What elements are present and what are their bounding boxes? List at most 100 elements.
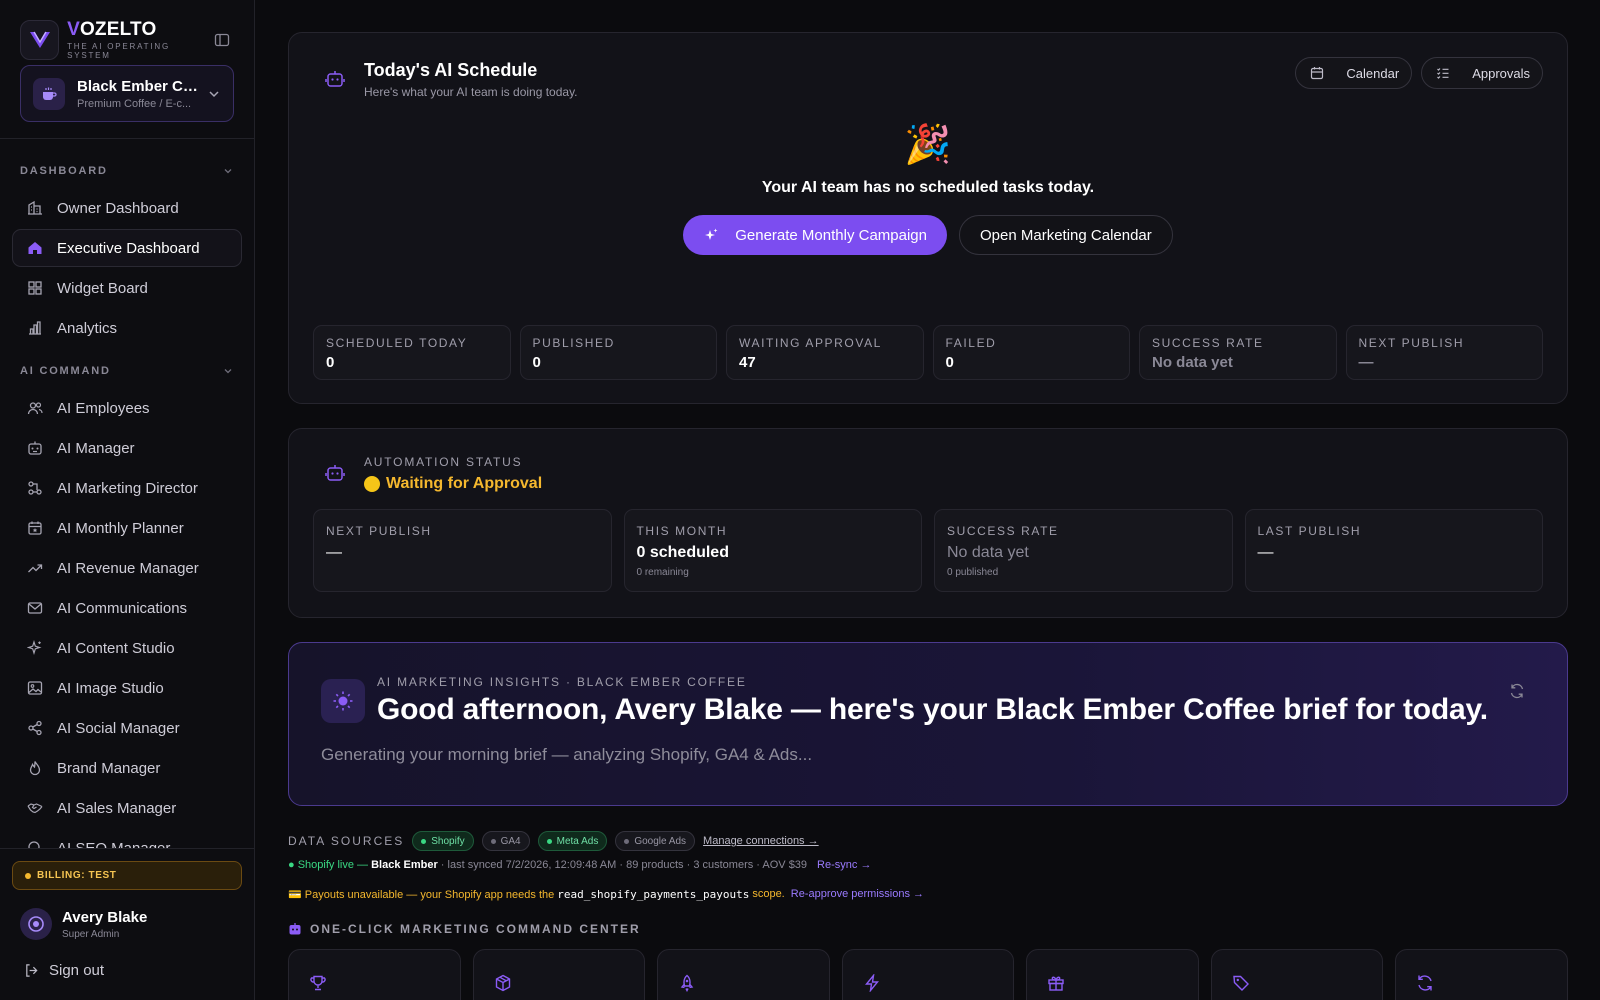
command-card-rocket[interactable] [657,949,830,1000]
sidebar-item-ai-content-studio[interactable]: AI Content Studio [12,629,242,667]
sidebar-item-ai-seo-manager[interactable]: AI SEO Manager [12,829,242,848]
sidebar-item-ai-marketing-director[interactable]: AI Marketing Director [12,469,242,507]
sidebar-item-ai-employees[interactable]: AI Employees [12,389,242,427]
sidebar-item-brand-manager[interactable]: Brand Manager [12,749,242,787]
automation-status-text: Waiting for Approval [386,475,543,492]
bot-icon [325,463,345,483]
sidebar-footer: BILLING: TEST Avery Blake Super Admin Si… [0,848,254,1000]
stat-label: NEXT PUBLISH [1358,336,1465,350]
list-checks-icon [1436,66,1450,80]
open-calendar-label: Open Marketing Calendar [980,226,1152,244]
sign-out-button[interactable]: Sign out [12,962,242,979]
sidebar-item-ai-revenue-manager[interactable]: AI Revenue Manager [12,549,242,587]
calendar-button[interactable]: Calendar [1295,57,1413,89]
sidebar-collapse-icon[interactable] [214,32,230,48]
auto-stat-next-publish: NEXT PUBLISH — [313,509,612,592]
rocket-icon [678,974,809,992]
sidebar-item-executive-dashboard[interactable]: Executive Dashboard [12,229,242,267]
gift-icon [1047,974,1178,992]
sidebar-item-ai-communications[interactable]: AI Communications [12,589,242,627]
workspace-switcher[interactable]: Black Ember Co... Premium Coffee / E-c..… [20,65,234,122]
stat-sub: 0 remaining [636,567,689,578]
command-card-zap[interactable] [841,949,1015,1000]
command-card-gift[interactable] [1026,949,1199,1000]
billing-label: BILLING: TEST [37,870,117,881]
stat-failed: FAILED 0 [932,325,1130,380]
user-profile[interactable]: Avery Blake Super Admin [12,908,242,940]
approvals-button[interactable]: Approvals [1421,57,1543,89]
shopify-sync-status: ● Shopify live — Black Ember · last sync… [288,856,1568,874]
insights-body: Generating your morning brief — analyzin… [321,745,813,764]
refresh-icon[interactable] [1509,683,1525,699]
sidebar-item-label: AI Manager [57,439,135,457]
command-card-trophy[interactable] [288,949,461,1000]
automation-status: Waiting for Approval [364,475,542,493]
auto-stat-this-month: THIS MONTH 0 scheduled 0 remaining [623,509,922,592]
brand-logo-icon[interactable] [20,19,60,60]
data-sources: DATA SOURCES Shopify GA4 Meta Ads Google… [288,830,1568,852]
bot-icon [288,922,302,936]
sun-icon [321,679,365,723]
resync-link[interactable]: Re-sync → [817,859,871,871]
stat-value: — [326,544,342,561]
nav-section-ai-command[interactable]: AI COMMAND [12,353,242,389]
automation-stats: NEXT PUBLISH — THIS MONTH 0 scheduled 0 … [313,509,1543,592]
source-chip-meta-ads[interactable]: Meta Ads [537,831,608,851]
sign-out-label: Sign out [49,962,105,979]
source-chip-google-ads[interactable]: Google Ads [615,831,696,851]
sidebar-item-ai-sales-manager[interactable]: AI Sales Manager [12,789,242,827]
sidebar-item-ai-manager[interactable]: AI Manager [12,429,242,467]
source-chip-ga4[interactable]: GA4 [481,831,530,851]
sidebar-item-widget-board[interactable]: Widget Board [12,269,242,307]
stat-published: PUBLISHED 0 [519,325,717,380]
sidebar-item-owner-dashboard[interactable]: Owner Dashboard [12,189,242,227]
workspace-subtitle: Premium Coffee / E-c... [77,97,192,110]
command-center-cards [288,949,1569,1000]
sidebar-nav: DASHBOARD Owner Dashboard Executive Dash… [0,139,254,848]
command-card-refresh[interactable] [1395,949,1569,1000]
command-center-label: ONE-CLICK MARKETING COMMAND CENTER [310,922,641,936]
source-chip-shopify[interactable]: Shopify [412,831,474,851]
stat-label: FAILED [945,336,997,350]
nav-section-dashboard[interactable]: DASHBOARD [12,153,242,189]
stat-label: SCHEDULED TODAY [326,336,468,350]
chip-label: Google Ads [634,835,687,847]
open-marketing-calendar-button[interactable]: Open Marketing Calendar [959,215,1173,255]
stat-sub: 0 published [947,567,999,578]
sidebar-item-ai-social-manager[interactable]: AI Social Manager [12,709,242,747]
bar-chart-icon [27,320,43,336]
main-content: Today's AI Schedule Here's what your AI … [255,0,1600,1000]
sidebar-item-label: Analytics [57,319,118,337]
sidebar-item-label: AI Content Studio [57,639,175,657]
stat-label: SUCCESS RATE [947,524,1059,538]
sidebar-item-ai-image-studio[interactable]: AI Image Studio [12,669,242,707]
brand-tagline: THE AI OPERATING SYSTEM [67,42,170,60]
sidebar-item-label: Executive Dashboard [57,239,200,257]
stat-waiting-approval: WAITING APPROVAL 47 [726,325,924,380]
calendar-button-label: Calendar [1346,65,1400,81]
generate-monthly-campaign-button[interactable]: Generate Monthly Campaign [683,215,947,255]
share-icon [27,720,43,736]
sidebar-item-analytics[interactable]: Analytics [12,309,242,347]
command-card-tag[interactable] [1210,949,1384,1000]
status-dot-icon [421,838,427,844]
workspace-text: Black Ember Co... Premium Coffee / E-c..… [77,78,201,110]
payout-prefix: 💳 Payouts unavailable — your Shopify app… [288,888,555,901]
reapprove-permissions-link[interactable]: Re-approve permissions → [791,888,924,900]
workspace-name: Black Ember Co... [77,77,201,95]
manage-connections-link[interactable]: Manage connections → [703,835,819,847]
auto-stat-last-publish: LAST PUBLISH — [1244,509,1543,592]
sidebar-item-ai-monthly-planner[interactable]: AI Monthly Planner [12,509,242,547]
command-card-package[interactable] [472,949,646,1000]
stat-label: THIS MONTH [636,524,728,538]
sidebar-item-label: AI Sales Manager [57,799,177,817]
auto-stat-success-rate: SUCCESS RATE No data yet 0 published [934,509,1233,592]
empty-state-text: Your AI team has no scheduled tasks toda… [761,179,1095,196]
party-popper-icon: 🎉 [904,124,952,166]
stat-success-rate: SUCCESS RATE No data yet [1139,325,1337,380]
stat-value: No data yet [947,544,1029,561]
ai-schedule-card: Today's AI Schedule Here's what your AI … [288,32,1568,404]
sidebar-item-label: Widget Board [57,279,148,297]
billing-badge[interactable]: BILLING: TEST [12,861,242,890]
automation-header: AUTOMATION STATUS Waiting for Approval [313,453,1543,493]
